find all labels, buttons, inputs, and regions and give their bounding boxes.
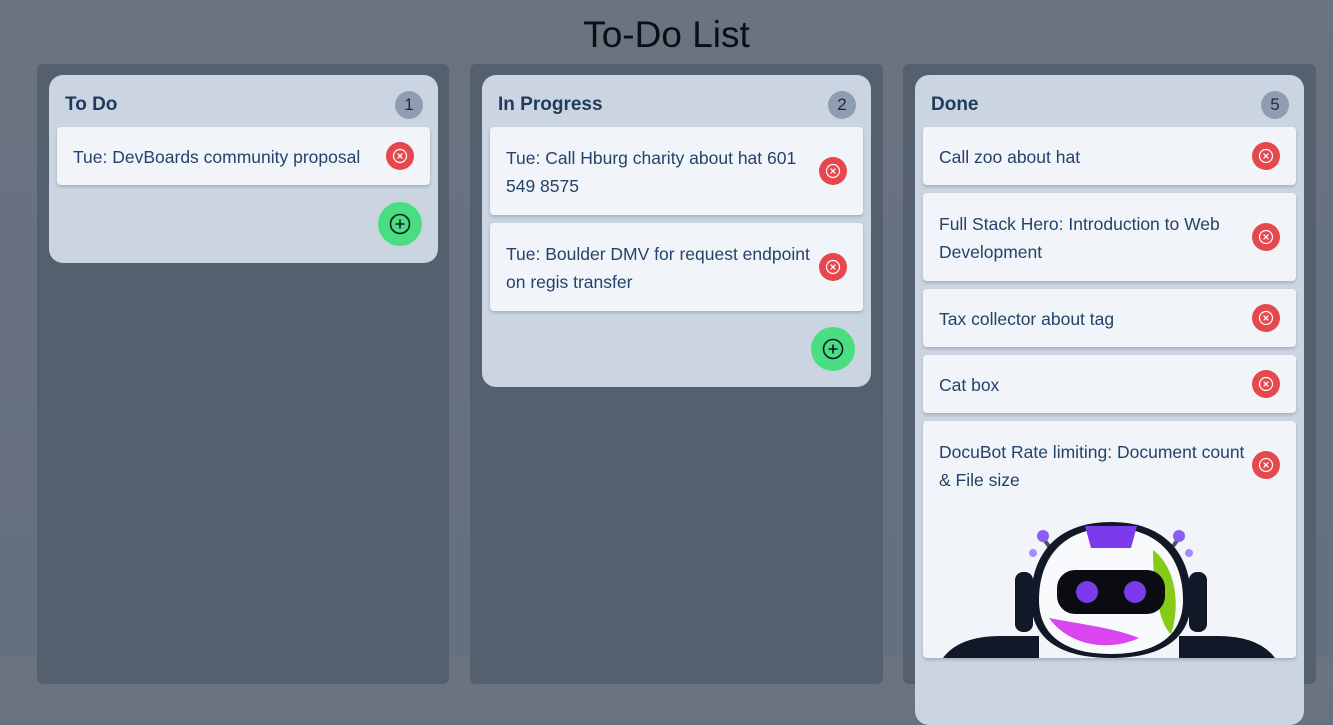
robot-icon <box>943 522 1275 658</box>
circle-x-icon <box>1258 229 1274 245</box>
task-card[interactable]: DocuBot Rate limiting: Document count & … <box>923 421 1296 658</box>
task-text: Tax collector about tag <box>939 309 1115 329</box>
list-title: Done <box>931 94 979 115</box>
circle-x-icon <box>825 259 841 275</box>
circle-x-icon <box>1258 148 1274 164</box>
delete-button[interactable] <box>1252 451 1280 479</box>
task-text: Call zoo about hat <box>939 147 1081 167</box>
count-badge: 1 <box>395 91 423 119</box>
column-done: Done 5 Call zoo about hat Full Stack Her… <box>903 64 1316 725</box>
column-todo: To Do 1 Tue: DevBoards community proposa… <box>37 64 449 684</box>
task-text: Cat box <box>939 375 1000 395</box>
task-card[interactable]: Full Stack Hero: Introduction to Web Dev… <box>923 193 1296 281</box>
circle-x-icon <box>825 163 841 179</box>
task-text: DocuBot Rate limiting: Document count & … <box>939 442 1245 490</box>
list-title: In Progress <box>498 94 603 115</box>
delete-button[interactable] <box>1252 370 1280 398</box>
circle-plus-icon <box>822 338 844 360</box>
count-badge: 2 <box>828 91 856 119</box>
list-title: To Do <box>65 94 118 115</box>
circle-x-icon <box>1258 376 1274 392</box>
circle-plus-icon <box>389 213 411 235</box>
task-text: Tue: DevBoards community proposal <box>73 147 361 167</box>
count-badge: 5 <box>1261 91 1289 119</box>
list-panel-done: Done 5 Call zoo about hat Full Stack Her… <box>915 75 1304 725</box>
task-card[interactable]: Tue: Boulder DMV for request endpoint on… <box>490 223 863 311</box>
column-in-progress: In Progress 2 Tue: Call Hburg charity ab… <box>470 64 883 684</box>
circle-x-icon <box>1258 457 1274 473</box>
task-card[interactable]: Tue: Call Hburg charity about hat 601 54… <box>490 127 863 215</box>
delete-button[interactable] <box>1252 142 1280 170</box>
task-text: Tue: Boulder DMV for request endpoint on… <box>506 244 810 292</box>
list-header: In Progress 2 <box>482 75 871 127</box>
list-panel-in-progress: In Progress 2 Tue: Call Hburg charity ab… <box>482 75 871 387</box>
task-card[interactable]: Tue: DevBoards community proposal <box>57 127 430 185</box>
list-header: To Do 1 <box>49 75 438 127</box>
circle-x-icon <box>1258 310 1274 326</box>
task-text: Full Stack Hero: Introduction to Web Dev… <box>939 214 1220 262</box>
task-card[interactable]: Cat box <box>923 355 1296 413</box>
task-text: Tue: Call Hburg charity about hat 601 54… <box>506 148 797 196</box>
delete-button[interactable] <box>386 142 414 170</box>
circle-x-icon <box>392 148 408 164</box>
delete-button[interactable] <box>819 157 847 185</box>
page-title: To-Do List <box>583 14 750 55</box>
list-panel-todo: To Do 1 Tue: DevBoards community proposa… <box>49 75 438 263</box>
add-task-button[interactable] <box>811 327 855 371</box>
task-card[interactable]: Call zoo about hat <box>923 127 1296 185</box>
delete-button[interactable] <box>1252 223 1280 251</box>
list-header: Done 5 <box>915 75 1304 127</box>
delete-button[interactable] <box>819 253 847 281</box>
task-card[interactable]: Tax collector about tag <box>923 289 1296 347</box>
delete-button[interactable] <box>1252 304 1280 332</box>
add-task-button[interactable] <box>378 202 422 246</box>
